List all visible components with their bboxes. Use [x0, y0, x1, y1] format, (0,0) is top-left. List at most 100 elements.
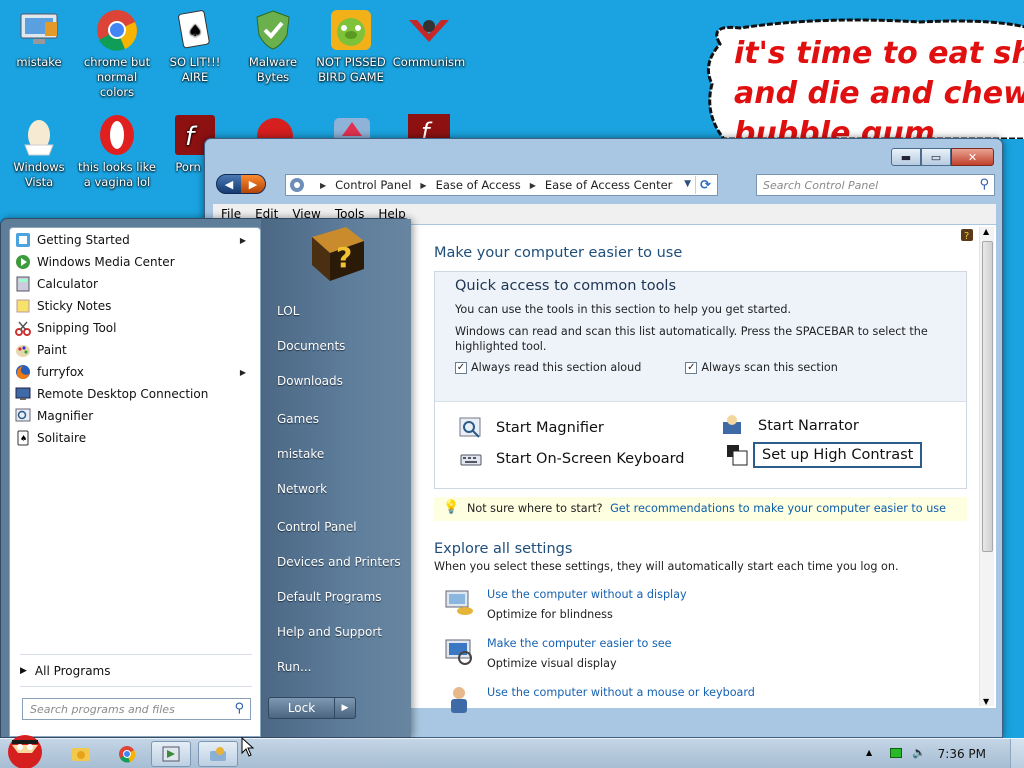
address-bar[interactable]: ▶ Control Panel ▶ Ease of Access ▶ Ease … [285, 174, 718, 196]
back-button[interactable]: ◀ [217, 175, 241, 193]
getting-started-icon [16, 233, 30, 247]
taskbar-ease-of-access[interactable] [198, 741, 238, 767]
lock-button[interactable]: Lock [268, 697, 335, 719]
program-getting-started[interactable]: Getting Started ▶ [10, 229, 260, 251]
chevron-up-icon[interactable]: ▲ [866, 748, 872, 757]
setting-link[interactable]: Use the computer without a mouse or keyb… [487, 683, 755, 703]
breadcrumb-ease-of-access[interactable]: Ease of Access [436, 178, 521, 192]
breadcrumb-separator[interactable]: ▶ [420, 181, 426, 190]
right-link-devices-printers[interactable]: Devices and Printers [277, 555, 401, 569]
always-scan-checkbox[interactable]: ✓ Always scan this section [685, 361, 838, 374]
program-furryfox[interactable]: furryfox ▶ [10, 361, 260, 383]
breadcrumb-ease-of-access-center[interactable]: Ease of Access Center [545, 178, 673, 192]
divider [20, 654, 252, 655]
program-label: Magnifier [37, 409, 94, 423]
right-link-downloads[interactable]: Downloads [277, 374, 343, 388]
taskbar-explorer[interactable] [61, 741, 101, 767]
desktop-icon-chrome[interactable]: chrome but normal colors [78, 8, 156, 100]
volume-icon[interactable]: 🔈 [912, 746, 926, 759]
scroll-up-arrow[interactable]: ▲ [983, 227, 989, 236]
close-button[interactable]: ✕ [951, 148, 994, 166]
setting-item[interactable]: Use the computer without a mouse or keyb… [443, 683, 755, 713]
show-desktop-button[interactable] [1010, 739, 1024, 768]
search-icon[interactable]: ⚲ [979, 177, 989, 192]
explore-title: Explore all settings [434, 541, 573, 557]
breadcrumb-control-panel[interactable]: Control Panel [335, 178, 411, 192]
shutdown-options-arrow[interactable]: ▶ [335, 697, 356, 719]
forward-button[interactable]: ▶ [241, 175, 265, 193]
divider [20, 686, 252, 687]
breadcrumb-separator[interactable]: ▶ [530, 181, 536, 190]
right-link-lol[interactable]: LOL [277, 304, 299, 318]
refresh-icon[interactable]: ⟳ [695, 176, 715, 194]
program-windows-media-center[interactable]: Windows Media Center [10, 251, 260, 273]
quick-access-box: Quick access to common tools You can use… [434, 271, 967, 489]
user-icon [451, 687, 467, 713]
right-link-documents[interactable]: Documents [277, 339, 345, 353]
right-link-default-programs[interactable]: Default Programs [277, 590, 382, 604]
right-link-run[interactable]: Run... [277, 660, 311, 674]
taskbar-clock[interactable]: 7:36 PM [938, 747, 986, 761]
right-link-games[interactable]: Games [277, 412, 319, 426]
search-icon[interactable]: ⚲ [234, 701, 244, 716]
taskbar-control-panel[interactable] [151, 741, 191, 767]
always-read-checkbox[interactable]: ✓ Always read this section aloud [455, 361, 641, 374]
control-panel-icon [290, 178, 304, 192]
program-solitaire[interactable]: ♠ Solitaire [10, 427, 260, 449]
program-paint[interactable]: Paint [10, 339, 260, 361]
scroll-thumb[interactable] [982, 241, 993, 552]
program-label: Solitaire [37, 431, 87, 445]
all-programs-label: All Programs [34, 664, 111, 678]
program-magnifier[interactable]: Magnifier [10, 405, 260, 427]
right-link-help-support[interactable]: Help and Support [277, 625, 382, 639]
desktop-icon-communism[interactable]: Communism [390, 8, 468, 70]
setting-item[interactable]: Make the computer easier to see Optimize … [443, 634, 672, 674]
recommendations-link[interactable]: Get recommendations to make your compute… [610, 502, 946, 515]
desktop-icon-solitaire[interactable]: ♠ SO LIT!!! AIRE [156, 8, 234, 85]
program-remote-desktop[interactable]: Remote Desktop Connection [10, 383, 260, 405]
vertical-scrollbar[interactable]: ▲ ▼ [979, 227, 994, 706]
search-input[interactable]: Search Control Panel ⚲ [756, 174, 995, 196]
program-sticky-notes[interactable]: Sticky Notes [10, 295, 260, 317]
desktop-icon-malwarebytes[interactable]: Malware Bytes [234, 8, 312, 85]
scroll-down-arrow[interactable]: ▼ [983, 697, 989, 706]
start-magnifier-button[interactable]: Start Magnifier [459, 416, 604, 440]
desktop-icon-mistake[interactable]: mistake [0, 8, 78, 70]
start-narrator-button[interactable]: Start Narrator [721, 414, 859, 438]
desktop-icon-windows-vista[interactable]: Windows Vista [0, 113, 78, 190]
taskbar-chrome[interactable] [107, 741, 147, 767]
svg-text:?: ? [964, 231, 969, 242]
right-link-mistake[interactable]: mistake [277, 447, 324, 461]
start-on-screen-keyboard-button[interactable]: Start On-Screen Keyboard [459, 447, 685, 471]
right-link-control-panel[interactable]: Control Panel [277, 520, 357, 534]
chevron-down-icon[interactable]: ▼ [684, 179, 691, 189]
high-contrast-button[interactable]: Set up High Contrast [725, 442, 923, 468]
desktop-icon-pig-game[interactable]: NOT PISSED BIRD GAME [312, 8, 390, 85]
desktop-icon-label: SO LIT!!! AIRE [169, 55, 221, 84]
quick-access-desc-1: You can use the tools in this section to… [455, 303, 792, 316]
firefox-icon [16, 365, 30, 380]
program-calculator[interactable]: Calculator [10, 273, 260, 295]
ease-of-access-icon [210, 747, 226, 761]
program-snipping-tool[interactable]: Snipping Tool [10, 317, 260, 339]
high-contrast-label: Set up High Contrast [753, 442, 923, 468]
minimize-button[interactable]: ▬ [891, 148, 921, 166]
svg-text:♠: ♠ [188, 21, 202, 40]
magnifier-icon [459, 417, 481, 438]
all-programs-button[interactable]: ▶ All Programs [10, 660, 260, 682]
right-link-network[interactable]: Network [277, 482, 327, 496]
setting-item[interactable]: Use the computer without a display Optimi… [443, 585, 687, 625]
flash-icon[interactable]: f [406, 114, 452, 140]
start-search-input[interactable]: Search programs and files ⚲ [22, 698, 251, 720]
start-orb[interactable] [2, 731, 48, 768]
setting-link[interactable]: Make the computer easier to see [487, 634, 672, 654]
quick-access-options: ✓ Always read this section aloud ✓ Always … [455, 361, 966, 374]
desktop-icon-opera[interactable]: this looks like a vagina lol [78, 113, 156, 190]
maximize-button[interactable]: ▭ [921, 148, 951, 166]
help-book-icon[interactable]: ? [959, 227, 975, 243]
battery-icon[interactable] [890, 747, 903, 758]
checkbox-box[interactable]: ✓ [685, 361, 698, 374]
checkbox-box[interactable]: ✓ [455, 361, 467, 374]
setting-link[interactable]: Use the computer without a display [487, 585, 687, 605]
search-placeholder: Search Control Panel [763, 179, 879, 192]
